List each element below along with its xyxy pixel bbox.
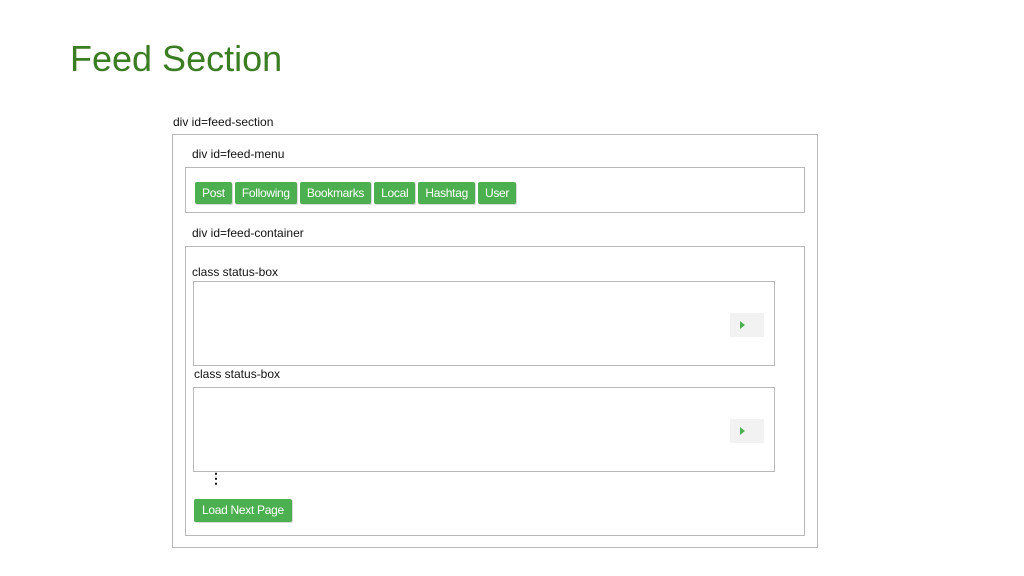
status-box-action-button[interactable] (730, 419, 764, 443)
load-next-page-button[interactable]: Load Next Page (194, 499, 292, 522)
status-box (193, 281, 775, 366)
slide-title: Feed Section (70, 38, 283, 79)
feed-menu-buttons: Post Following Bookmarks Local Hashtag U… (195, 182, 517, 204)
menu-button-hashtag[interactable]: Hashtag (418, 182, 475, 204)
play-icon (740, 427, 745, 435)
status-box (193, 387, 775, 472)
more-indicator: ⋮ (209, 471, 223, 485)
feed-menu-label: div id=feed-menu (192, 147, 285, 161)
menu-button-user[interactable]: User (477, 182, 517, 204)
status-box-action-button[interactable] (730, 313, 764, 337)
menu-button-local[interactable]: Local (374, 182, 416, 204)
play-icon (740, 321, 745, 329)
menu-button-following[interactable]: Following (234, 182, 297, 204)
menu-button-post[interactable]: Post (195, 182, 232, 204)
menu-button-bookmarks[interactable]: Bookmarks (299, 182, 372, 204)
status-box-label: class status-box (192, 265, 279, 279)
feed-container-label: div id=feed-container (192, 226, 304, 240)
status-box-label: class status-box (194, 367, 281, 381)
feed-section-label: div id=feed-section (173, 115, 274, 129)
